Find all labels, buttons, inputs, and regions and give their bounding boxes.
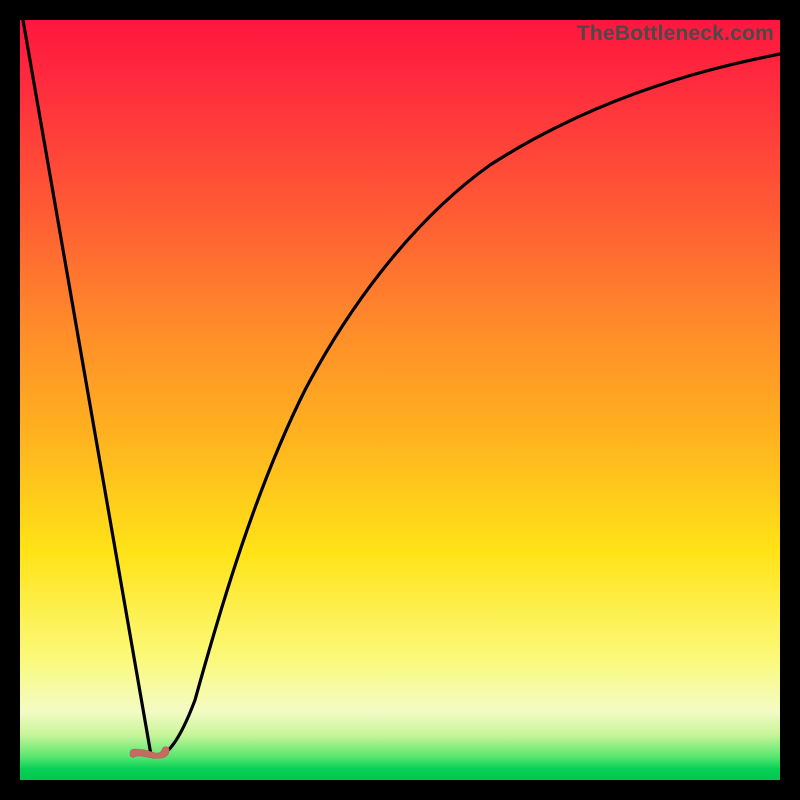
bottleneck-curve <box>20 20 780 780</box>
curve-path <box>23 20 780 756</box>
chart-frame: TheBottleneck.com <box>20 20 780 780</box>
